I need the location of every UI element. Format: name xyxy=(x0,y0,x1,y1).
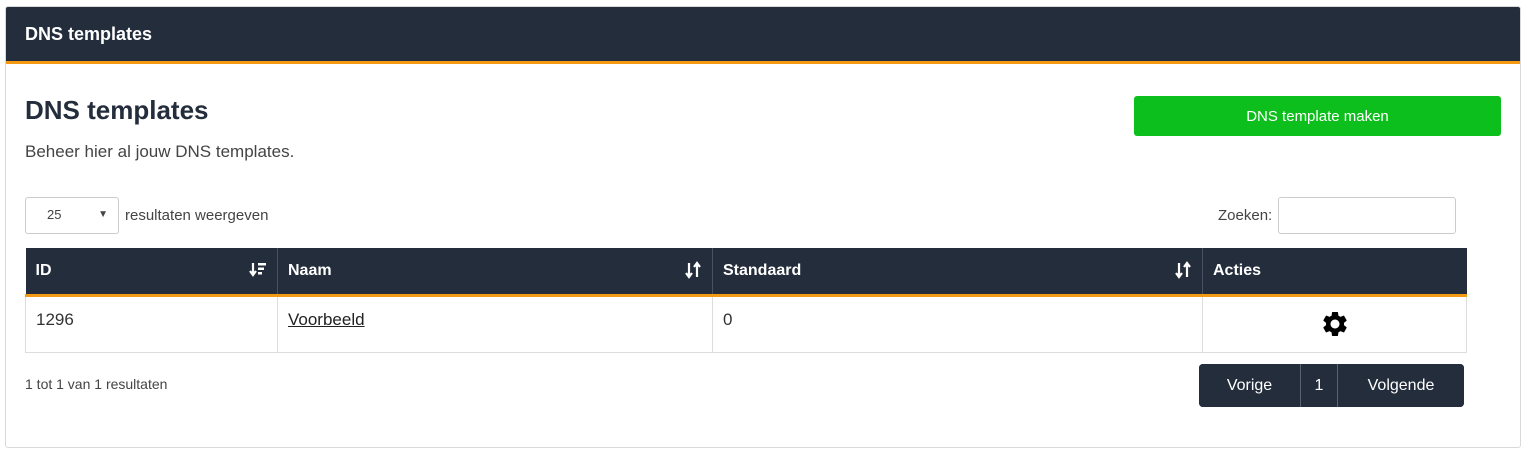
column-header-label: Standaard xyxy=(723,261,802,279)
gear-icon[interactable] xyxy=(1320,309,1350,339)
create-dns-template-button[interactable]: DNS template maken xyxy=(1134,96,1501,136)
previous-page-button[interactable]: Vorige xyxy=(1199,364,1301,407)
page-title: DNS templates xyxy=(25,95,209,125)
pagination: Vorige 1 Volgende xyxy=(1199,364,1464,407)
column-header-label: Acties xyxy=(1213,261,1262,279)
column-header-label: ID xyxy=(35,261,52,279)
cell-name: Voorbeeld xyxy=(277,294,713,353)
dns-templates-panel: DNS templates DNS templates Beheer hier … xyxy=(5,6,1521,448)
column-header-name[interactable]: Naam xyxy=(277,248,713,297)
column-header-label: Naam xyxy=(288,261,332,279)
sort-both-icon xyxy=(685,261,701,279)
column-header-id[interactable]: ID xyxy=(25,248,278,297)
cell-id: 1296 xyxy=(25,294,278,353)
table-info: 1 tot 1 van 1 resultaten xyxy=(25,376,168,392)
table-header-row: ID Naam Standaard Acties xyxy=(25,248,1467,297)
panel-header: DNS templates xyxy=(6,7,1520,64)
column-header-actions: Acties xyxy=(1202,248,1467,297)
page-1-button[interactable]: 1 xyxy=(1301,364,1338,407)
search-label: Zoeken: xyxy=(1218,207,1273,224)
cell-actions xyxy=(1202,294,1467,353)
template-name-link[interactable]: Voorbeeld xyxy=(288,310,365,329)
page-length-select[interactable]: 25 ▼ xyxy=(25,197,119,234)
caret-down-icon: ▼ xyxy=(98,209,108,220)
cell-standard: 0 xyxy=(712,294,1203,353)
sort-descending-icon xyxy=(249,263,266,277)
page-length-value: 25 xyxy=(47,207,62,222)
search-input[interactable] xyxy=(1278,197,1457,234)
table-row: 1296 Voorbeeld 0 xyxy=(25,294,1467,353)
search-control: Zoeken: xyxy=(1218,197,1457,234)
page-length-label: resultaten weergeven xyxy=(125,207,269,224)
column-header-standard[interactable]: Standaard xyxy=(712,248,1203,297)
sort-both-icon xyxy=(1175,261,1191,279)
dns-templates-table: ID Naam Standaard Acties 1296 Voorbeeld … xyxy=(25,248,1467,353)
next-page-button[interactable]: Volgende xyxy=(1338,364,1464,407)
page-description: Beheer hier al jouw DNS templates. xyxy=(25,142,295,161)
page-length-control: 25 ▼ resultaten weergeven xyxy=(25,197,268,234)
